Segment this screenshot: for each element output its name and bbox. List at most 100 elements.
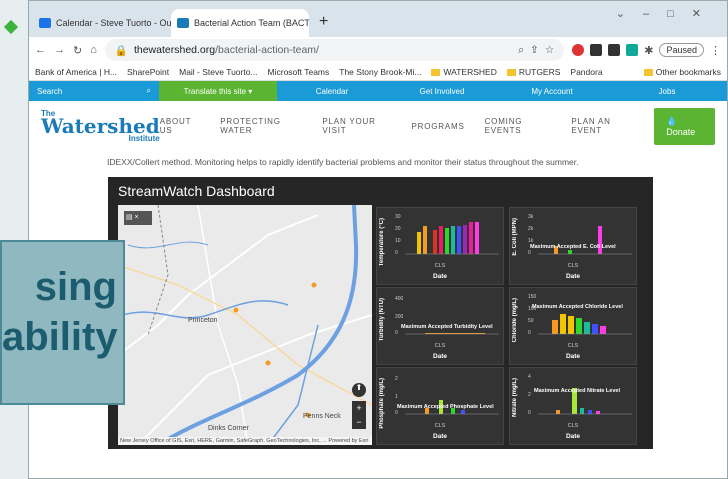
main-nav: The Watershed Institute ABOUT US PROTECTIN… bbox=[29, 101, 727, 151]
donate-button[interactable]: 💧 Donate bbox=[654, 107, 715, 145]
profile-button[interactable]: Paused bbox=[659, 43, 704, 57]
address-bar-row: ← → ↻ ⌂ 🔒 thewatershed.org/bacterial-act… bbox=[29, 37, 727, 63]
extension-icon[interactable] bbox=[608, 44, 621, 56]
jobs-link[interactable]: Jobs bbox=[607, 81, 727, 101]
tick: 150 bbox=[528, 294, 537, 300]
slide-overlay-text: sing ability bbox=[0, 240, 125, 405]
tick: 20 bbox=[395, 226, 401, 232]
bars: 400 200 0 bbox=[395, 296, 499, 336]
bars: 150 100 50 0 bbox=[528, 294, 632, 336]
chart-turbidity: Turbidity (NTU) 400 200 0 Maximum Accept… bbox=[376, 287, 504, 365]
folder-icon bbox=[643, 68, 653, 76]
extensions: ✱ Paused ⋮ bbox=[572, 43, 721, 57]
browser-window: Calendar - Steve Tuorto - Outlo✕ Bacteri… bbox=[28, 0, 728, 479]
star-icon[interactable]: ☆ bbox=[545, 44, 554, 56]
map-label: Penns Neck bbox=[303, 413, 341, 420]
map[interactable]: Princeton Penns Neck Dinks Corner ▤ × ⬆ … bbox=[118, 205, 372, 445]
tick: 1 bbox=[395, 394, 398, 400]
extension-icon[interactable] bbox=[626, 44, 639, 56]
map-roads bbox=[118, 205, 372, 445]
share-icon[interactable]: ⇪ bbox=[530, 44, 539, 56]
watershed-icon bbox=[177, 18, 189, 28]
extension-icon[interactable] bbox=[590, 44, 603, 56]
bookmarks-bar: Bank of America | H... SharePoint Mail -… bbox=[29, 63, 727, 81]
tick: 2 bbox=[528, 392, 531, 398]
tab-bar: Calendar - Steve Tuorto - Outlo✕ Bacteri… bbox=[29, 1, 727, 37]
chart-ecoli: E. Coli (MPN) 3k 2k 1k 0 Maximum Accepte… bbox=[509, 207, 637, 285]
chart-temperature: Temperature (°C) 30 20 10 0 CLS Date bbox=[376, 207, 504, 285]
reload-icon[interactable]: ↻ bbox=[73, 44, 82, 57]
tab-calendar[interactable]: Calendar - Steve Tuorto - Outlo✕ bbox=[33, 9, 171, 37]
new-tab-button[interactable]: + bbox=[309, 13, 328, 37]
bookmark-folder[interactable]: WATERSHED bbox=[431, 67, 497, 77]
tick: 2k bbox=[528, 226, 534, 232]
back-icon[interactable]: ← bbox=[35, 44, 46, 56]
tick: 2 bbox=[395, 376, 398, 382]
bookmark[interactable]: Bank of America | H... bbox=[35, 67, 117, 77]
site-search[interactable]: Search ⌕ bbox=[29, 81, 159, 101]
compass-icon[interactable]: ⬆ bbox=[352, 383, 366, 397]
bars: 30 20 10 0 bbox=[395, 214, 499, 256]
streamwatch-dashboard: StreamWatch Dashboard Princeton Penns Ne… bbox=[108, 177, 653, 449]
folder-icon bbox=[431, 68, 441, 76]
drop-icon: 💧 bbox=[666, 115, 678, 126]
tick: 0 bbox=[528, 330, 531, 336]
chart-nitrate: Nitrate (mg/L) 4 2 0 Maximum Accepted Ni… bbox=[509, 367, 637, 445]
window-controls[interactable]: ⌄–□✕ bbox=[616, 7, 719, 20]
bars: 3k 2k 1k 0 bbox=[528, 214, 632, 256]
dashboard-title: StreamWatch Dashboard bbox=[118, 183, 275, 199]
outlook-icon bbox=[39, 18, 51, 28]
forward-icon[interactable]: → bbox=[54, 44, 65, 56]
site-topbar: Search ⌕ Translate this site ▾ Calendar G… bbox=[29, 81, 727, 101]
tick: 10 bbox=[395, 238, 401, 244]
tick: 50 bbox=[528, 318, 534, 324]
search-icon: ⌕ bbox=[146, 86, 151, 95]
url-input[interactable]: 🔒 thewatershed.org/bacterial-action-team… bbox=[104, 39, 565, 61]
tick: 0 bbox=[528, 250, 531, 256]
bookmark[interactable]: Pandora bbox=[570, 67, 602, 77]
home-icon[interactable]: ⌂ bbox=[90, 44, 97, 56]
get-involved-link[interactable]: Get Involved bbox=[387, 81, 497, 101]
tick: 0 bbox=[528, 410, 531, 416]
nav-plan[interactable]: PLAN AN EVENT bbox=[571, 117, 634, 135]
map-layer-toggle[interactable]: ▤ × bbox=[124, 211, 152, 225]
menu-icon[interactable]: ⋮ bbox=[710, 44, 721, 57]
tick: 3k bbox=[528, 214, 534, 220]
lock-icon: 🔒 bbox=[114, 44, 128, 57]
chart-chloride: Chloride (mg/L) 150 100 50 0 Maximum Acc… bbox=[509, 287, 637, 365]
tick: 0 bbox=[395, 250, 398, 256]
zoom-controls[interactable]: + − bbox=[352, 401, 366, 429]
map-credit: New Jersey Office of GIS, Esri, HERE, Ga… bbox=[118, 437, 372, 445]
translate-button[interactable]: Translate this site ▾ bbox=[159, 81, 277, 101]
tick: 400 bbox=[395, 296, 404, 302]
tick: 30 bbox=[395, 214, 401, 220]
nav-visit[interactable]: PLAN YOUR VISIT bbox=[322, 117, 391, 135]
bars: 2 1 0 bbox=[395, 376, 499, 416]
puzzle-icon[interactable]: ✱ bbox=[644, 44, 653, 57]
tick: 4 bbox=[528, 374, 531, 380]
tab-bact[interactable]: Bacterial Action Team (BACT) | Th✕ bbox=[171, 9, 309, 37]
intro-paragraph: IDEXX/Collert method. Monitoring helps t… bbox=[107, 157, 579, 167]
extension-icon[interactable] bbox=[572, 44, 585, 56]
zoom-icon[interactable]: ⌕ bbox=[518, 44, 524, 57]
map-label: Princeton bbox=[188, 317, 218, 324]
other-bookmarks[interactable]: Other bookmarks bbox=[643, 67, 721, 77]
tick: 0 bbox=[395, 410, 398, 416]
folder-icon bbox=[506, 68, 516, 76]
bookmark[interactable]: The Stony Brook-Mi... bbox=[339, 67, 421, 77]
web-page: Search ⌕ Translate this site ▾ Calendar G… bbox=[29, 81, 727, 474]
tick: 0 bbox=[395, 330, 398, 336]
nav-about[interactable]: ABOUT US bbox=[160, 117, 201, 135]
bookmark[interactable]: Microsoft Teams bbox=[268, 67, 330, 77]
nav-events[interactable]: COMING EVENTS bbox=[485, 117, 552, 135]
calendar-link[interactable]: Calendar bbox=[277, 81, 387, 101]
logo[interactable]: The Watershed Institute bbox=[41, 109, 160, 142]
chart-phosphate: Phosphate (mg/L) 2 1 0 Maximum Accepted … bbox=[376, 367, 504, 445]
bookmark-folder[interactable]: RUTGERS bbox=[506, 67, 560, 77]
bookmark[interactable]: Mail - Steve Tuorto... bbox=[179, 67, 257, 77]
my-account-link[interactable]: My Account bbox=[497, 81, 607, 101]
tick: 200 bbox=[395, 314, 404, 320]
nav-programs[interactable]: PROGRAMS bbox=[412, 122, 465, 131]
bookmark[interactable]: SharePoint bbox=[127, 67, 169, 77]
nav-protecting[interactable]: PROTECTING WATER bbox=[220, 117, 302, 135]
